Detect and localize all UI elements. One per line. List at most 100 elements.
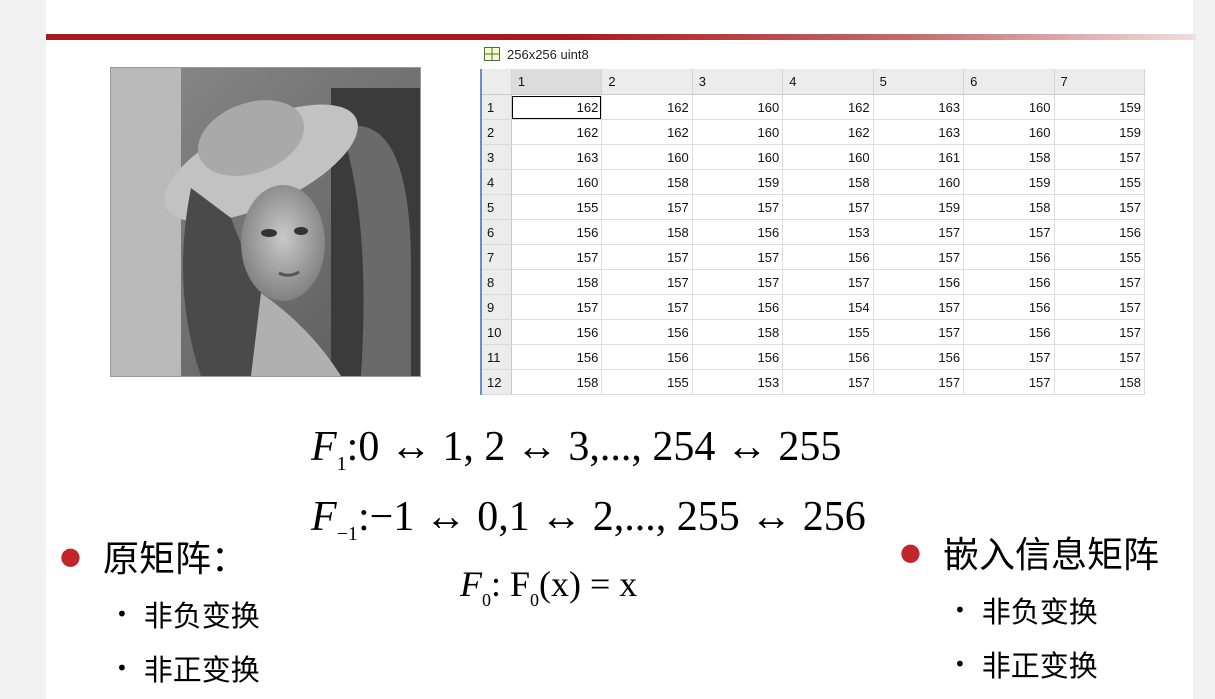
grid-cell[interactable]: 162 [782,94,874,120]
grid-cell[interactable]: 162 [601,119,693,145]
grid-cell[interactable]: 157 [1054,269,1146,295]
grid-cell[interactable]: 155 [1054,169,1146,195]
grid-cell[interactable]: 162 [601,94,693,120]
grid-cell[interactable]: 156 [692,219,784,245]
row-header[interactable]: 3 [481,144,512,170]
grid-cell[interactable]: 156 [511,344,603,370]
grid-cell[interactable]: 157 [601,244,693,270]
grid-cell[interactable]: 156 [873,344,965,370]
grid-cell[interactable]: 154 [782,294,874,320]
grid-cell[interactable]: 160 [692,119,784,145]
grid-cell[interactable]: 157 [692,244,784,270]
row-header[interactable]: 5 [481,194,512,220]
grid-cell[interactable]: 160 [963,119,1055,145]
grid-cell[interactable]: 161 [873,144,965,170]
grid-cell[interactable]: 156 [782,244,874,270]
grid-cell[interactable]: 156 [692,294,784,320]
grid-cell[interactable]: 155 [511,194,603,220]
column-header[interactable]: 1 [511,69,603,95]
grid-cell[interactable]: 153 [692,369,784,395]
grid-cell[interactable]: 157 [601,294,693,320]
grid-cell[interactable]: 157 [511,244,603,270]
grid-cell[interactable]: 156 [873,269,965,295]
column-header[interactable]: 3 [692,69,784,95]
row-header[interactable]: 12 [481,369,512,395]
grid-cell[interactable]: 160 [963,94,1055,120]
grid-cell[interactable]: 156 [601,319,693,345]
grid-cell[interactable]: 158 [963,144,1055,170]
grid-cell[interactable]: 159 [692,169,784,195]
grid-cell[interactable]: 158 [782,169,874,195]
grid-cell[interactable]: 157 [873,219,965,245]
grid-cell[interactable]: 156 [511,319,603,345]
grid-cell[interactable]: 156 [963,319,1055,345]
grid-cell[interactable]: 157 [963,369,1055,395]
grid-cell[interactable]: 157 [601,269,693,295]
grid-cell[interactable]: 157 [873,294,965,320]
row-header[interactable]: 11 [481,344,512,370]
row-header[interactable]: 1 [481,94,512,120]
column-header[interactable]: 7 [1054,69,1146,95]
grid-cell[interactable]: 158 [511,269,603,295]
grid-cell[interactable]: 155 [1054,244,1146,270]
grid-cell[interactable]: 157 [782,369,874,395]
grid-cell[interactable]: 156 [511,219,603,245]
row-header[interactable]: 10 [481,319,512,345]
grid-cell[interactable]: 157 [782,269,874,295]
column-header[interactable]: 2 [601,69,693,95]
grid-cell[interactable]: 157 [873,319,965,345]
column-header[interactable]: 4 [782,69,874,95]
grid-cell[interactable]: 160 [782,144,874,170]
row-header[interactable]: 7 [481,244,512,270]
grid-cell[interactable]: 157 [1054,144,1146,170]
grid-cell[interactable]: 157 [692,194,784,220]
column-header[interactable]: 6 [963,69,1055,95]
grid-cell[interactable]: 157 [782,194,874,220]
grid-cell[interactable]: 162 [511,94,603,120]
grid-cell[interactable]: 163 [873,119,965,145]
data-grid[interactable]: 1234567 1 162 162 160 162 163 160 159 2 162 162 160… [480,69,1146,395]
grid-cell[interactable]: 159 [963,169,1055,195]
grid-cell[interactable]: 159 [1054,94,1146,120]
grid-cell[interactable]: 158 [1054,369,1146,395]
row-header[interactable]: 6 [481,219,512,245]
grid-cell[interactable]: 156 [692,344,784,370]
grid-cell[interactable]: 160 [601,144,693,170]
grid-corner-header[interactable] [481,69,512,95]
grid-cell[interactable]: 158 [601,169,693,195]
row-header[interactable]: 9 [481,294,512,320]
grid-cell[interactable]: 157 [1054,194,1146,220]
grid-cell[interactable]: 159 [1054,119,1146,145]
grid-cell[interactable]: 157 [511,294,603,320]
grid-cell[interactable]: 163 [873,94,965,120]
grid-cell[interactable]: 162 [511,119,603,145]
grid-cell[interactable]: 159 [873,194,965,220]
grid-cell[interactable]: 157 [963,344,1055,370]
grid-cell[interactable]: 158 [511,369,603,395]
grid-cell[interactable]: 160 [511,169,603,195]
grid-cell[interactable]: 156 [963,244,1055,270]
grid-cell[interactable]: 156 [601,344,693,370]
grid-cell[interactable]: 155 [782,319,874,345]
column-header[interactable]: 5 [873,69,965,95]
grid-cell[interactable]: 157 [1054,319,1146,345]
row-header[interactable]: 2 [481,119,512,145]
grid-cell[interactable]: 162 [782,119,874,145]
grid-cell[interactable]: 153 [782,219,874,245]
grid-cell[interactable]: 156 [782,344,874,370]
grid-cell[interactable]: 160 [873,169,965,195]
grid-cell[interactable]: 157 [692,269,784,295]
grid-cell[interactable]: 158 [692,319,784,345]
grid-cell[interactable]: 157 [601,194,693,220]
row-header[interactable]: 8 [481,269,512,295]
grid-cell[interactable]: 157 [873,369,965,395]
grid-cell[interactable]: 160 [692,94,784,120]
grid-cell[interactable]: 163 [511,144,603,170]
grid-cell[interactable]: 158 [601,219,693,245]
grid-cell[interactable]: 156 [963,269,1055,295]
grid-cell[interactable]: 155 [601,369,693,395]
grid-cell[interactable]: 156 [1054,219,1146,245]
grid-cell[interactable]: 158 [963,194,1055,220]
grid-cell[interactable]: 157 [963,219,1055,245]
grid-cell[interactable]: 160 [692,144,784,170]
